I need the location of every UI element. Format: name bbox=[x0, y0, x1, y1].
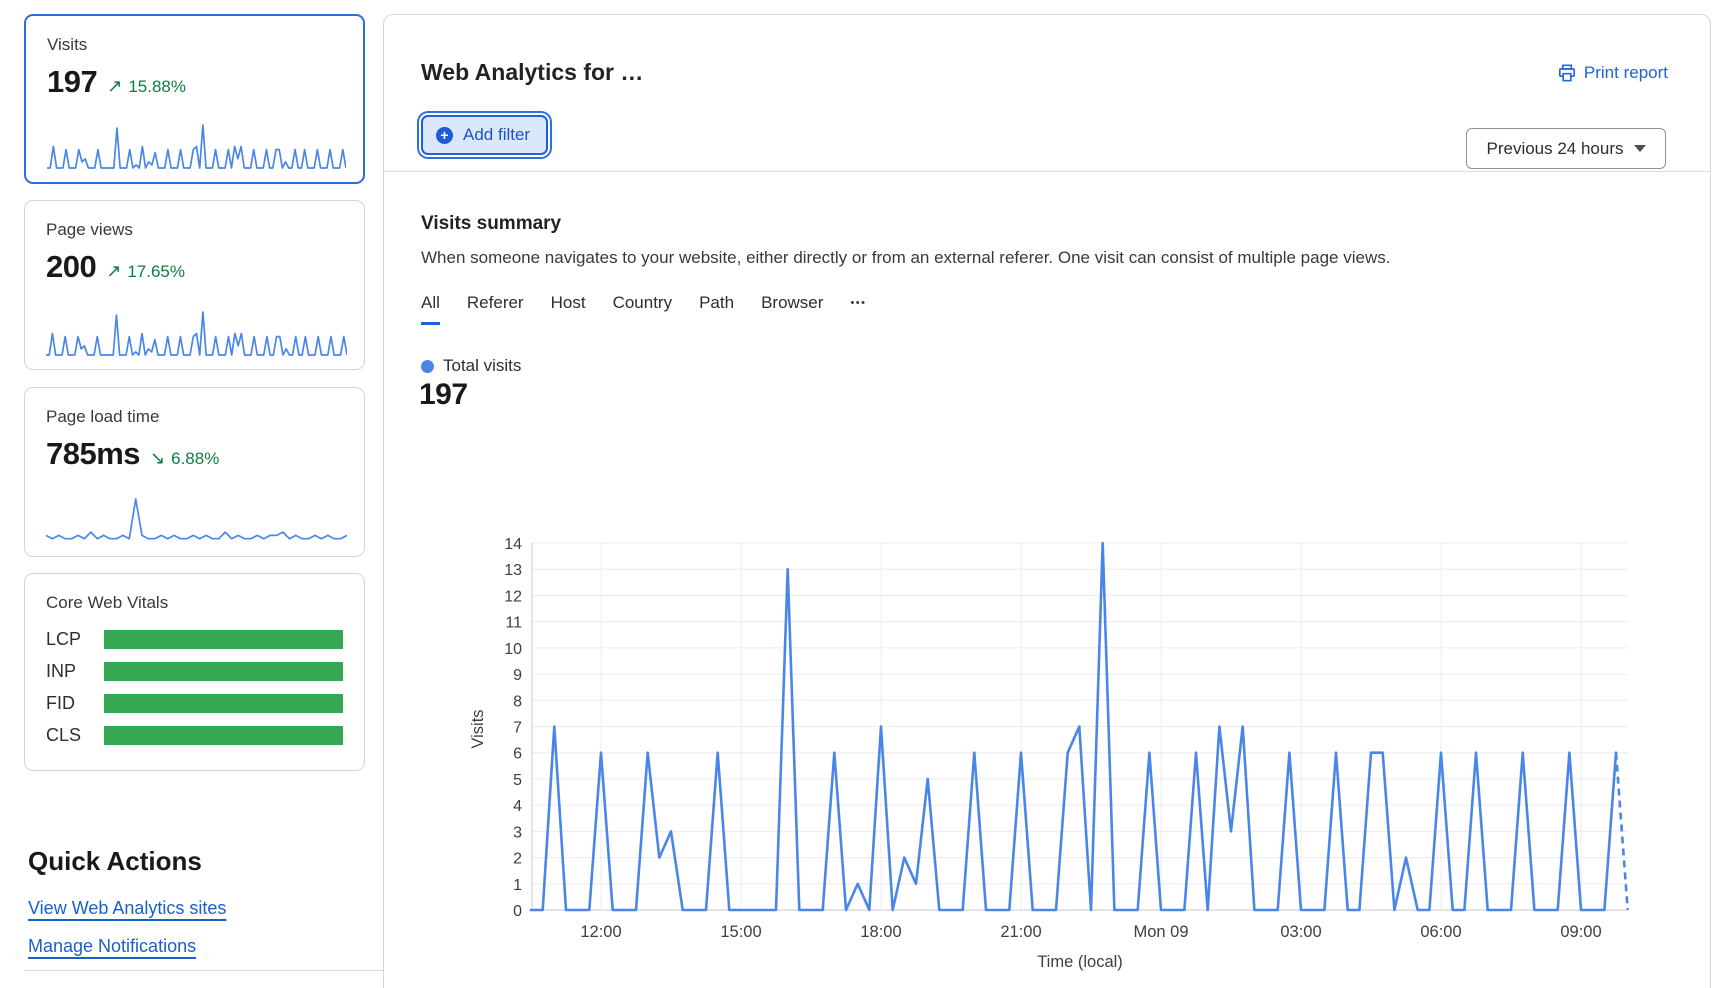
chevron-down-icon bbox=[1634, 145, 1646, 152]
svg-text:Mon 09: Mon 09 bbox=[1133, 923, 1188, 941]
page-load-sparkline-chart bbox=[46, 496, 347, 544]
page-title: Web Analytics for … bbox=[421, 59, 643, 86]
card-title: Core Web Vitals bbox=[46, 593, 343, 613]
visits-value: 197 bbox=[47, 64, 97, 100]
svg-text:1: 1 bbox=[513, 877, 522, 894]
chart-legend: Total visits bbox=[421, 356, 521, 376]
dimension-tabs: All Referer Host Country Path Browser ••… bbox=[421, 293, 867, 325]
total-visits-count: 197 bbox=[419, 378, 468, 412]
manage-notifications-link[interactable]: Manage Notifications bbox=[28, 936, 196, 957]
page-load-time-value: 785ms bbox=[46, 436, 140, 472]
tab-browser[interactable]: Browser bbox=[761, 293, 823, 325]
visits-sparkline-chart bbox=[47, 122, 346, 170]
svg-text:0: 0 bbox=[513, 903, 522, 920]
svg-text:10: 10 bbox=[504, 641, 522, 658]
trend-up-icon: ↗ bbox=[107, 76, 122, 97]
svg-text:Time (local): Time (local) bbox=[1037, 953, 1123, 971]
page-views-sparkline-chart bbox=[46, 309, 347, 357]
trend-down-icon: ↘ bbox=[150, 448, 165, 469]
page-views-delta: ↗17.65% bbox=[106, 261, 185, 282]
svg-text:15:00: 15:00 bbox=[720, 923, 761, 941]
series-name: Total visits bbox=[443, 356, 521, 376]
quick-actions-heading: Quick Actions bbox=[28, 846, 202, 877]
svg-text:03:00: 03:00 bbox=[1280, 923, 1321, 941]
cwv-metric-label: FID bbox=[46, 693, 104, 714]
page-load-time-delta: ↘6.88% bbox=[150, 448, 219, 469]
cwv-status-bar-good bbox=[104, 726, 343, 745]
cwv-metric-label: INP bbox=[46, 661, 104, 682]
visits-summary-description: When someone navigates to your website, … bbox=[421, 248, 1541, 268]
trend-up-icon: ↗ bbox=[106, 261, 121, 282]
print-report-label: Print report bbox=[1584, 63, 1668, 83]
tab-referer[interactable]: Referer bbox=[467, 293, 524, 325]
analytics-main-panel: Web Analytics for … Print report + Add f… bbox=[383, 14, 1711, 988]
svg-text:2: 2 bbox=[513, 851, 522, 868]
svg-text:09:00: 09:00 bbox=[1560, 923, 1601, 941]
print-report-link[interactable]: Print report bbox=[1558, 63, 1668, 83]
plus-circle-icon: + bbox=[436, 127, 453, 144]
more-tabs-icon[interactable]: ••• bbox=[850, 297, 866, 325]
page-views-metric-card[interactable]: Page views 200 ↗17.65% bbox=[24, 200, 365, 370]
cwv-row-fid: FID bbox=[46, 693, 343, 714]
visits-metric-card[interactable]: Visits 197 ↗15.88% bbox=[24, 14, 365, 184]
cwv-metric-label: LCP bbox=[46, 629, 104, 650]
tab-path[interactable]: Path bbox=[699, 293, 734, 325]
tab-all[interactable]: All bbox=[421, 293, 440, 325]
svg-text:6: 6 bbox=[513, 746, 522, 763]
visits-summary-heading: Visits summary bbox=[421, 213, 561, 235]
visits-line-chart[interactable]: 0123456789101112131412:0015:0018:0021:00… bbox=[421, 471, 1701, 981]
svg-text:21:00: 21:00 bbox=[1000, 923, 1041, 941]
core-web-vitals-card[interactable]: Core Web Vitals LCP INP FID CLS bbox=[24, 573, 365, 771]
svg-text:5: 5 bbox=[513, 772, 522, 789]
header-divider bbox=[384, 171, 1710, 172]
svg-text:13: 13 bbox=[504, 562, 522, 579]
time-range-dropdown[interactable]: Previous 24 hours bbox=[1466, 128, 1666, 169]
cwv-row-cls: CLS bbox=[46, 725, 343, 746]
page-views-value: 200 bbox=[46, 249, 96, 285]
metrics-sidebar: Visits 197 ↗15.88% Page views 200 ↗17.65… bbox=[24, 14, 365, 988]
cwv-row-lcp: LCP bbox=[46, 629, 343, 650]
view-web-analytics-sites-link[interactable]: View Web Analytics sites bbox=[28, 898, 226, 919]
printer-icon bbox=[1558, 64, 1576, 82]
svg-text:12: 12 bbox=[504, 588, 522, 605]
card-title: Visits bbox=[47, 35, 342, 55]
sidebar-divider bbox=[24, 970, 394, 971]
web-analytics-dashboard: Visits 197 ↗15.88% Page views 200 ↗17.65… bbox=[0, 0, 1730, 988]
svg-text:9: 9 bbox=[513, 667, 522, 684]
svg-text:11: 11 bbox=[505, 615, 522, 632]
visits-delta: ↗15.88% bbox=[107, 76, 186, 97]
svg-text:14: 14 bbox=[504, 536, 522, 553]
card-title: Page views bbox=[46, 220, 343, 240]
svg-text:3: 3 bbox=[513, 824, 522, 841]
add-filter-button[interactable]: + Add filter bbox=[421, 115, 548, 155]
tab-country[interactable]: Country bbox=[613, 293, 673, 325]
series-color-dot bbox=[421, 360, 434, 373]
tab-host[interactable]: Host bbox=[551, 293, 586, 325]
cwv-metric-label: CLS bbox=[46, 725, 104, 746]
svg-text:4: 4 bbox=[513, 798, 522, 815]
cwv-row-inp: INP bbox=[46, 661, 343, 682]
svg-text:12:00: 12:00 bbox=[580, 923, 621, 941]
svg-text:06:00: 06:00 bbox=[1420, 923, 1461, 941]
page-load-time-metric-card[interactable]: Page load time 785ms ↘6.88% bbox=[24, 387, 365, 557]
svg-text:Visits: Visits bbox=[469, 709, 487, 748]
cwv-status-bar-good bbox=[104, 630, 343, 649]
time-range-value: Previous 24 hours bbox=[1486, 139, 1623, 159]
svg-text:7: 7 bbox=[513, 720, 522, 737]
cwv-status-bar-good bbox=[104, 694, 343, 713]
svg-text:18:00: 18:00 bbox=[860, 923, 901, 941]
card-title: Page load time bbox=[46, 407, 343, 427]
svg-text:8: 8 bbox=[513, 693, 522, 710]
add-filter-label: Add filter bbox=[463, 125, 530, 145]
cwv-status-bar-good bbox=[104, 662, 343, 681]
